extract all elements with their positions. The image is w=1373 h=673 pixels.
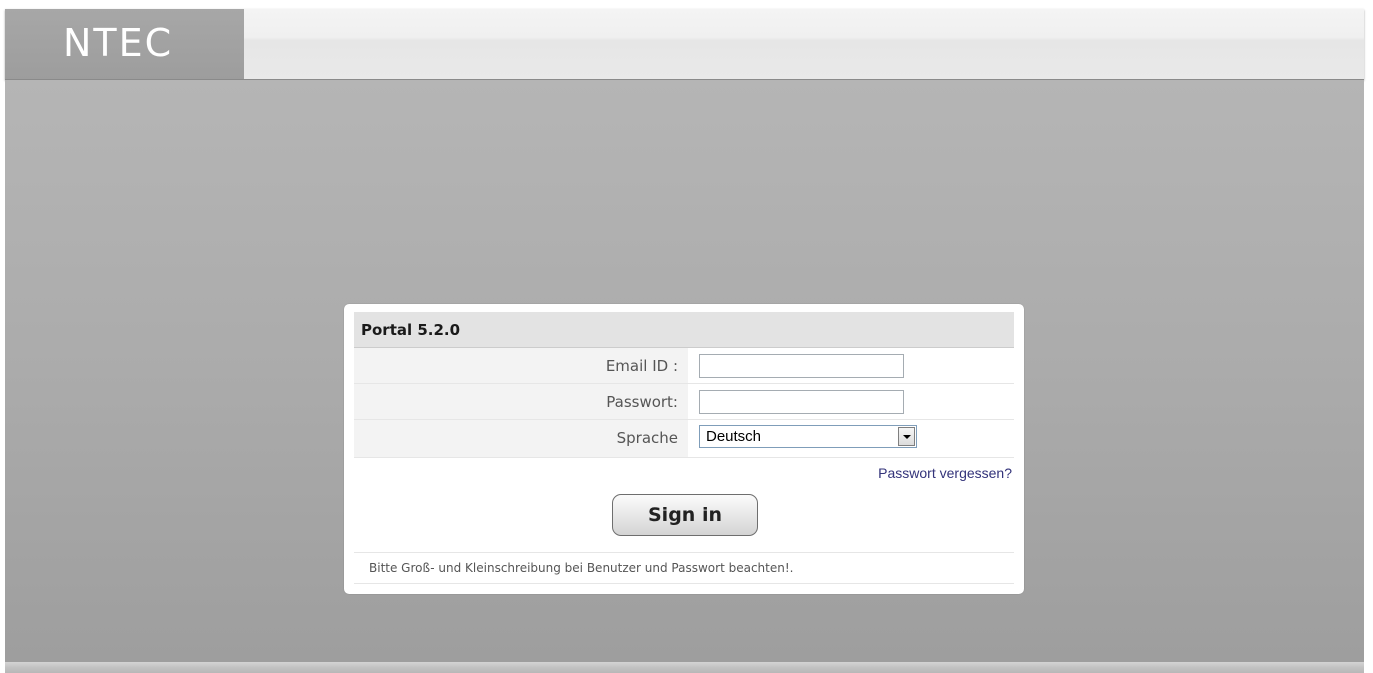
- email-label-cell: Email ID :: [354, 348, 688, 383]
- logo: NTEC: [5, 9, 244, 79]
- password-row: Passwort:: [354, 384, 1014, 420]
- language-select-value: Deutsch: [706, 428, 762, 445]
- login-panel: Portal 5.2.0 Email ID : Passwort: Sprach…: [344, 304, 1024, 594]
- forgot-password-link[interactable]: Passwort vergessen?: [878, 465, 1012, 481]
- login-panel-header: Portal 5.2.0: [354, 312, 1014, 348]
- page-frame: NTEC Portal 5.2.0 Email ID : Passwort: S…: [5, 9, 1364, 673]
- language-select[interactable]: Deutsch: [699, 425, 917, 448]
- note-text: Bitte Groß- und Kleinschreibung bei Benu…: [369, 561, 794, 575]
- main-area: Portal 5.2.0 Email ID : Passwort: Sprach…: [5, 80, 1364, 662]
- chevron-down-icon[interactable]: [898, 427, 915, 446]
- language-label: Sprache: [616, 429, 678, 447]
- language-row: Sprache Deutsch: [354, 420, 1014, 458]
- sign-in-button[interactable]: Sign in: [612, 494, 758, 536]
- email-input[interactable]: [699, 354, 904, 378]
- footer-bar: [5, 662, 1364, 673]
- header-bar: NTEC: [5, 9, 1364, 80]
- portal-title: Portal 5.2.0: [361, 321, 461, 339]
- case-sensitivity-note: Bitte Groß- und Kleinschreibung bei Benu…: [354, 552, 1014, 584]
- logo-text: NTEC: [63, 21, 174, 65]
- language-label-cell: Sprache: [354, 420, 688, 457]
- password-label-cell: Passwort:: [354, 384, 688, 419]
- password-label: Passwort:: [606, 393, 678, 411]
- password-input[interactable]: [699, 390, 904, 414]
- email-label: Email ID :: [605, 357, 678, 375]
- email-row: Email ID :: [354, 348, 1014, 384]
